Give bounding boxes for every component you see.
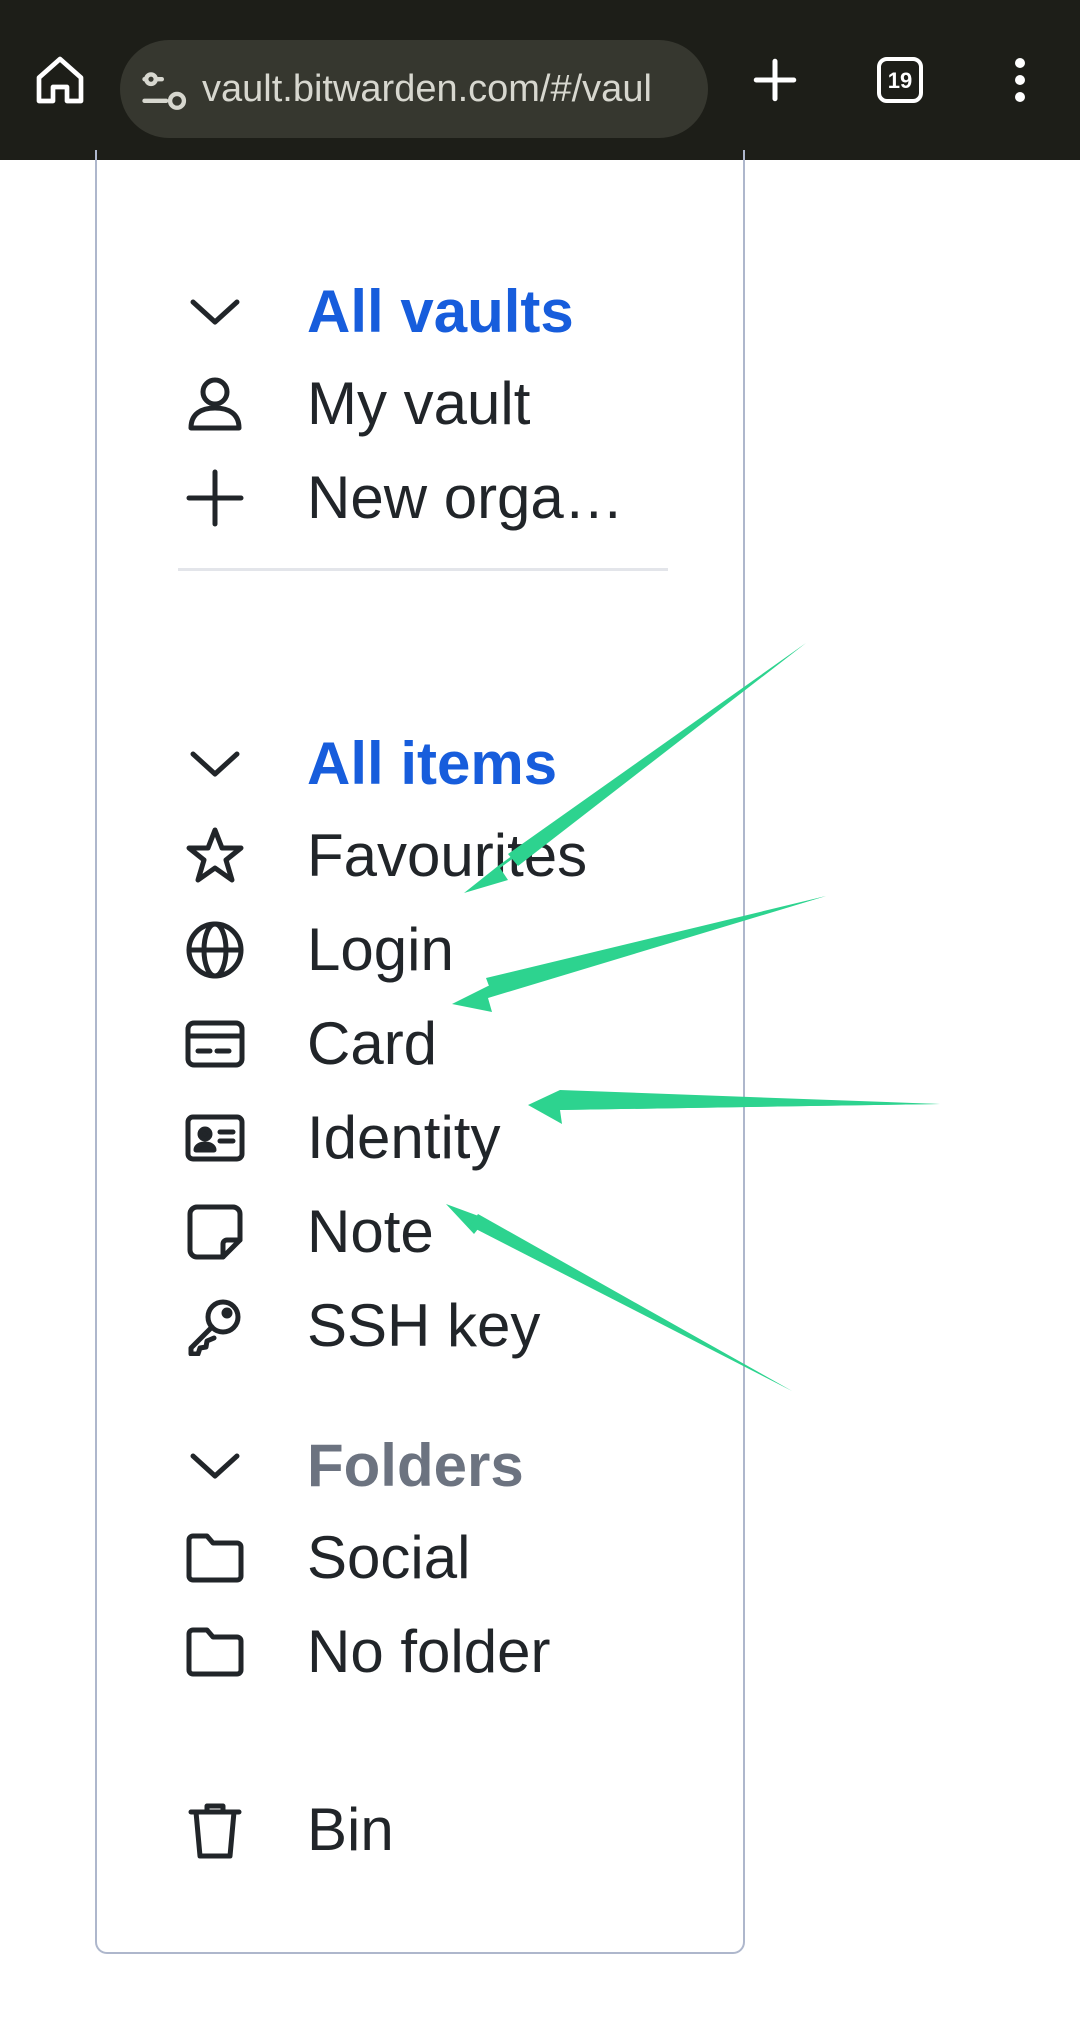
section-divider [178,568,668,571]
folder-icon [186,1533,244,1583]
user-icon [188,377,242,431]
all-vaults-heading[interactable]: All vaults [307,270,574,354]
plus-icon [753,58,797,102]
tab-count: 19 [888,68,912,93]
home-icon [36,56,84,104]
tab-switcher-icon: 19 [877,57,923,103]
site-settings-icon[interactable] [138,64,190,116]
type-item-note[interactable]: Note [97,1190,737,1274]
type-item-label: Card [307,1010,438,1077]
tab-switcher-button[interactable]: 19 [860,40,940,120]
star-icon [186,827,244,883]
chevron-down-icon[interactable] [185,1436,245,1496]
more-vert-icon [1015,58,1025,102]
bin-item[interactable]: Bin [97,1788,737,1872]
credit-card-icon [185,1020,245,1068]
id-card-icon [185,1114,245,1162]
folder-item-label: No folder [307,1618,551,1685]
folders-toggle[interactable]: Folders [97,1424,737,1508]
vault-item-label: My vault [307,370,531,437]
all-items-heading[interactable]: All items [307,722,557,806]
folder-item-label: Social [307,1524,471,1591]
type-item-label: Login [307,916,454,983]
sticky-note-icon [187,1204,243,1260]
chevron-down-icon[interactable] [185,734,245,794]
browser-menu-button[interactable] [980,40,1060,120]
type-item-label: Note [307,1198,434,1265]
new-tab-button[interactable] [735,40,815,120]
type-item-ssh-key[interactable]: SSH key [97,1284,737,1368]
folder-icon [186,1627,244,1677]
vault-filter-panel: All vaults My vault New orga… All items … [95,150,745,1954]
type-item-login[interactable]: Login [97,908,737,992]
browser-toolbar: vault.bitwarden.com/#/vaul 19 [0,0,1080,160]
bin-label: Bin [307,1796,394,1863]
folders-heading[interactable]: Folders [307,1424,524,1508]
all-items-toggle[interactable]: All items [97,722,737,806]
url-text: vault.bitwarden.com/#/vaul [202,68,652,110]
vault-item-my-vault[interactable]: My vault [97,362,737,446]
type-item-identity[interactable]: Identity [97,1096,737,1180]
trash-icon [188,1803,242,1859]
vault-item-label: New orga… [307,464,624,531]
plus-icon [186,469,244,527]
chevron-down-icon[interactable] [185,282,245,342]
key-icon [188,1299,241,1356]
vault-item-new-organisation[interactable]: New orga… [97,456,737,540]
type-item-label: SSH key [307,1292,541,1359]
type-item-card[interactable]: Card [97,1002,737,1086]
address-bar[interactable]: vault.bitwarden.com/#/vaul [120,40,708,138]
all-vaults-toggle[interactable]: All vaults [97,270,737,354]
globe-icon [186,921,244,979]
type-item-favourites[interactable]: Favourites [97,814,737,898]
type-item-label: Favourites [307,822,588,889]
type-item-label: Identity [307,1104,501,1171]
folder-item-no-folder[interactable]: No folder [97,1610,737,1694]
folder-item-social[interactable]: Social [97,1516,737,1600]
home-button[interactable] [20,40,100,120]
